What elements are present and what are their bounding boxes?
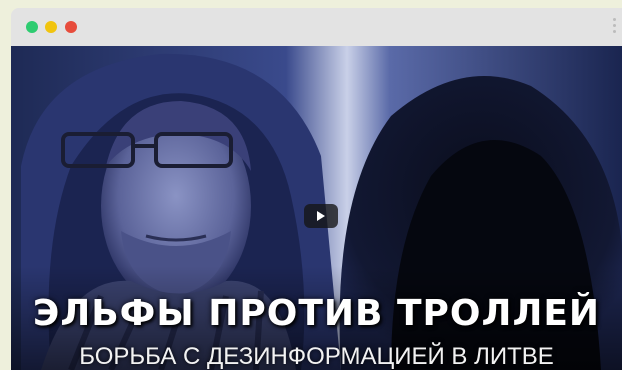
video-player[interactable]: ЭЛЬФЫ ПРОТИВ ТРОЛЛЕЙ БОРЬБА С ДЕЗИНФОРМА… [11, 46, 622, 370]
play-button[interactable] [304, 204, 338, 228]
play-icon [317, 211, 325, 221]
window-minimize-button[interactable] [45, 21, 57, 33]
more-vertical-icon[interactable] [613, 18, 617, 36]
browser-window: ЭЛЬФЫ ПРОТИВ ТРОЛЛЕЙ БОРЬБА С ДЕЗИНФОРМА… [11, 8, 622, 370]
window-maximize-button[interactable] [65, 21, 77, 33]
video-title: ЭЛЬФЫ ПРОТИВ ТРОЛЛЕЙ [32, 293, 601, 334]
window-close-button[interactable] [26, 21, 38, 33]
title-bar [11, 8, 622, 46]
video-subtitle: БОРЬБА С ДЕЗИНФОРМАЦИЕЙ В ЛИТВЕ [79, 343, 554, 370]
